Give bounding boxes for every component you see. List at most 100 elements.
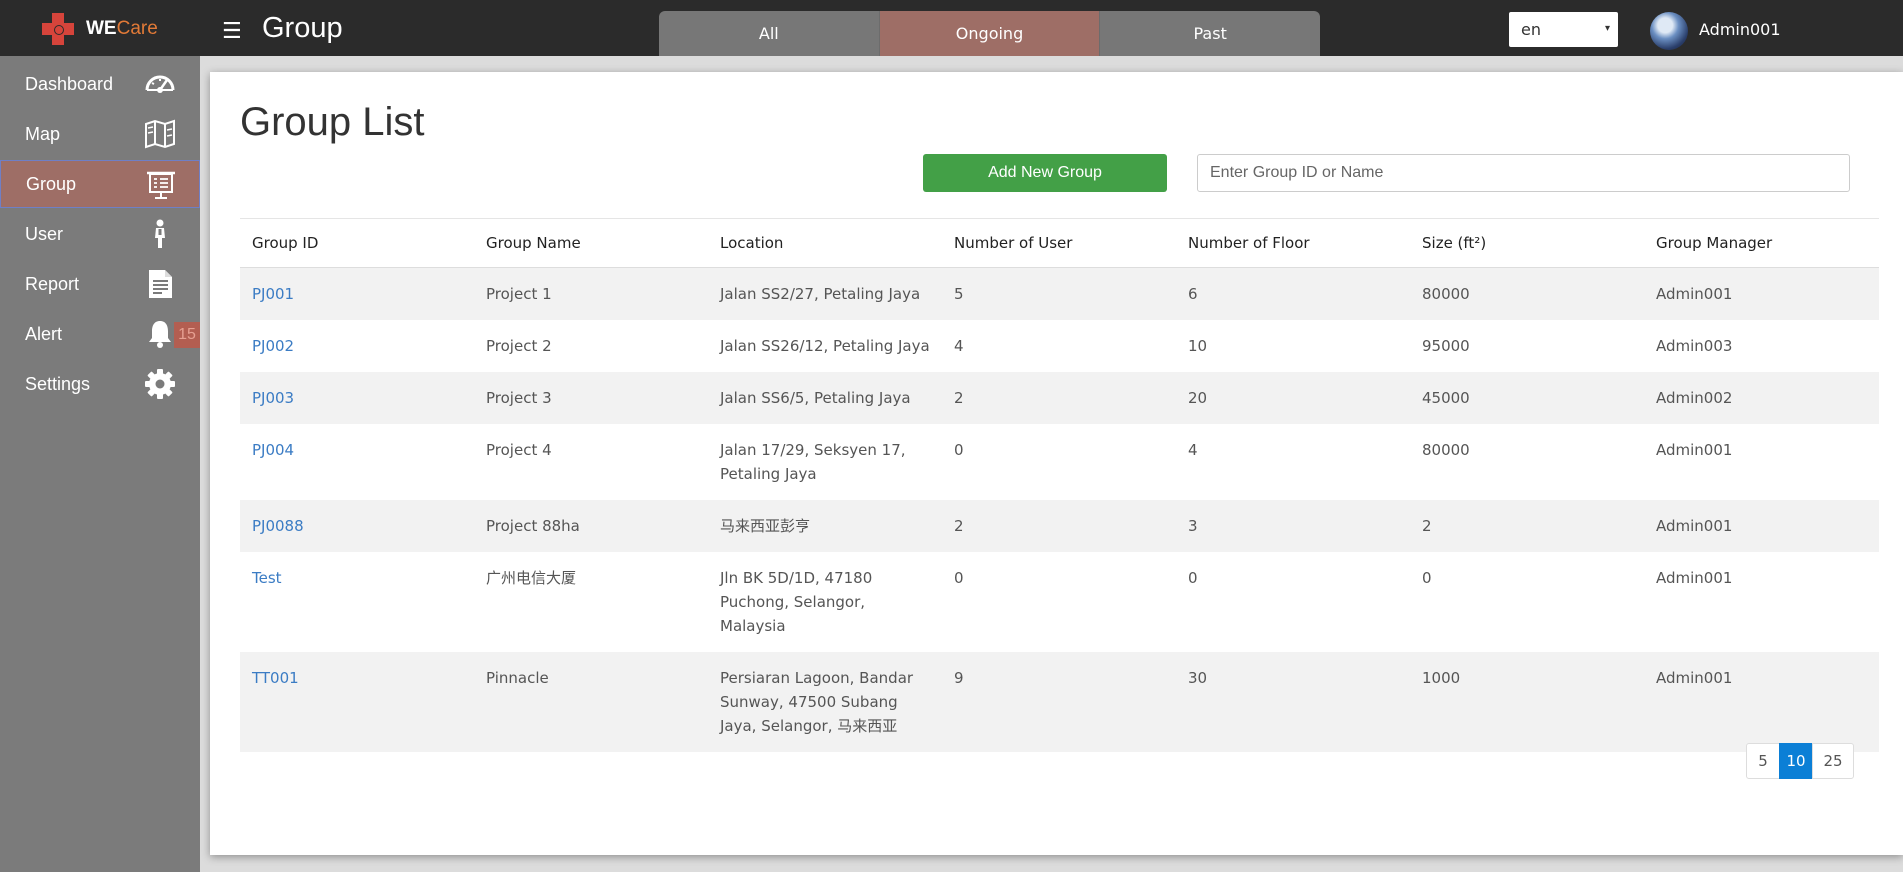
number-of-user-cell: 2	[942, 372, 1176, 424]
size-cell: 95000	[1422, 337, 1470, 355]
number-of-floor-cell: 3	[1176, 500, 1410, 552]
sidebar-item-label: Map	[25, 123, 61, 144]
group-list-card: Group List Add New Group Group ID Group …	[210, 72, 1903, 855]
document-icon	[149, 270, 172, 298]
group-table: Group ID Group Name Location Number of U…	[240, 219, 1879, 752]
group-manager-cell: Admin001	[1644, 652, 1879, 752]
top-bar: WECare ☰ Group All Ongoing Past en ▾ Adm…	[0, 0, 1903, 56]
language-select[interactable]: en ▾	[1509, 12, 1618, 47]
page-size-selector: 5 10 25	[1746, 743, 1854, 779]
group-manager-cell: Admin001	[1656, 569, 1733, 587]
hamburger-menu-icon[interactable]: ☰	[222, 19, 242, 45]
gear-icon	[145, 369, 175, 399]
group-id-link[interactable]: PJ001	[252, 285, 294, 303]
number-of-user-cell: 2	[942, 500, 1176, 552]
group-id-link[interactable]: PJ003	[252, 389, 294, 407]
number-of-floor-cell: 4	[1188, 441, 1198, 459]
column-header-location[interactable]: Location	[708, 219, 942, 268]
size-cell: 80000	[1422, 441, 1470, 459]
group-table-container: Group ID Group Name Location Number of U…	[240, 218, 1879, 752]
column-header-number-of-user[interactable]: Number of User	[942, 219, 1176, 268]
tab-ongoing[interactable]: Ongoing	[878, 11, 1100, 56]
table-row: PJ0088 Project 88ha 马来西亚彭亨 2 3 2 Admin00…	[240, 500, 1879, 552]
status-tabs: All Ongoing Past	[659, 11, 1320, 56]
brand-we: WE	[86, 18, 117, 39]
table-row: PJ001 Project 1 Jalan SS2/27, Petaling J…	[240, 267, 1879, 320]
size-cell: 45000	[1410, 372, 1644, 424]
number-of-user-cell: 0	[954, 569, 964, 587]
sidebar-item-label: Report	[25, 273, 80, 294]
sidebar-item-label: User	[25, 223, 64, 244]
page-size-10-button[interactable]: 10	[1779, 743, 1813, 779]
group-id-cell: TT001	[240, 652, 474, 752]
column-header-number-of-floor[interactable]: Number of Floor	[1176, 219, 1410, 268]
sidebar-item-group[interactable]: Group	[0, 160, 200, 208]
table-row: PJ003 Project 3 Jalan SS6/5, Petaling Ja…	[240, 372, 1879, 424]
avatar[interactable]	[1650, 12, 1688, 50]
number-of-floor-cell: 20	[1176, 372, 1410, 424]
size-cell: 1000	[1410, 652, 1644, 752]
group-id-link[interactable]: Test	[252, 569, 282, 587]
add-new-group-button[interactable]: Add New Group	[923, 154, 1167, 192]
group-id-link[interactable]: PJ0088	[252, 517, 304, 535]
sidebar-item-label: Settings	[25, 373, 91, 394]
sidebar-item-user[interactable]: User	[0, 210, 200, 258]
number-of-floor-cell: 0	[1188, 569, 1198, 587]
bell-icon	[149, 321, 171, 348]
person-icon	[155, 219, 165, 248]
language-value: en	[1521, 20, 1541, 39]
group-name-cell: 广州电信大厦	[486, 569, 577, 587]
sidebar-item-report[interactable]: Report	[0, 260, 200, 308]
group-id-cell: PJ003	[240, 372, 474, 424]
sidebar: Dashboard Map Group User Report Alert 15…	[0, 56, 200, 872]
column-header-group-manager[interactable]: Group Manager	[1644, 219, 1879, 268]
group-name-cell: Project 4	[486, 441, 552, 459]
page-title: Group List	[240, 100, 425, 144]
group-id-link[interactable]: TT001	[252, 669, 299, 687]
tab-past[interactable]: Past	[1099, 11, 1320, 56]
group-name-cell: Project 1	[474, 267, 708, 320]
column-header-size[interactable]: Size (ft²)	[1410, 219, 1644, 268]
group-manager-cell: Admin002	[1644, 372, 1879, 424]
sidebar-item-dashboard[interactable]: Dashboard	[0, 60, 200, 108]
size-cell: 0	[1422, 569, 1432, 587]
group-id-cell: PJ004	[240, 424, 474, 500]
page-heading: Group	[262, 12, 343, 44]
gauge-icon	[145, 75, 175, 93]
logo[interactable]: WECare	[42, 13, 158, 45]
group-id-link[interactable]: PJ004	[252, 441, 294, 459]
group-name-cell: Project 2	[486, 337, 552, 355]
sidebar-item-label: Alert	[25, 323, 63, 344]
group-manager-cell: Admin003	[1656, 337, 1733, 355]
sidebar-item-label: Dashboard	[25, 73, 114, 94]
number-of-floor-cell: 30	[1176, 652, 1410, 752]
location-cell: Jalan SS6/5, Petaling Jaya	[708, 372, 942, 424]
group-manager-cell: Admin001	[1644, 500, 1879, 552]
sidebar-item-alert[interactable]: Alert 15	[0, 310, 200, 358]
table-row: PJ004 Project 4 Jalan 17/29, Seksyen 17,…	[240, 424, 1879, 500]
medical-cross-icon	[42, 13, 74, 45]
group-search-input[interactable]	[1197, 154, 1850, 192]
brand-care: Care	[116, 18, 158, 39]
sidebar-item-map[interactable]: Map	[0, 110, 200, 158]
column-header-group-name[interactable]: Group Name	[474, 219, 708, 268]
caret-down-icon: ▾	[1604, 23, 1610, 34]
number-of-user-cell: 0	[954, 441, 964, 459]
page-size-5-button[interactable]: 5	[1746, 743, 1780, 779]
group-manager-cell: Admin001	[1656, 441, 1733, 459]
column-header-group-id[interactable]: Group ID	[240, 219, 474, 268]
page-size-25-button[interactable]: 25	[1812, 743, 1854, 779]
group-name-cell: Pinnacle	[474, 652, 708, 752]
location-cell: Jln BK 5D/1D, 47180 Puchong, Selangor, M…	[720, 569, 873, 635]
size-cell: 2	[1410, 500, 1644, 552]
table-row: TT001 Pinnacle Persiaran Lagoon, Bandar …	[240, 652, 1879, 752]
username[interactable]: Admin001	[1699, 20, 1781, 39]
table-row: Test 广州电信大厦 Jln BK 5D/1D, 47180 Puchong,…	[240, 552, 1879, 652]
location-cell: Jalan 17/29, Seksyen 17, Petaling Jaya	[720, 441, 906, 483]
tab-all[interactable]: All	[659, 11, 879, 56]
group-id-link[interactable]: PJ002	[252, 337, 294, 355]
location-cell: Persiaran Lagoon, Bandar Sunway, 47500 S…	[708, 652, 942, 752]
location-cell: 马来西亚彭亨	[708, 500, 942, 552]
sidebar-item-label: Group	[26, 173, 77, 194]
sidebar-item-settings[interactable]: Settings	[0, 360, 200, 408]
